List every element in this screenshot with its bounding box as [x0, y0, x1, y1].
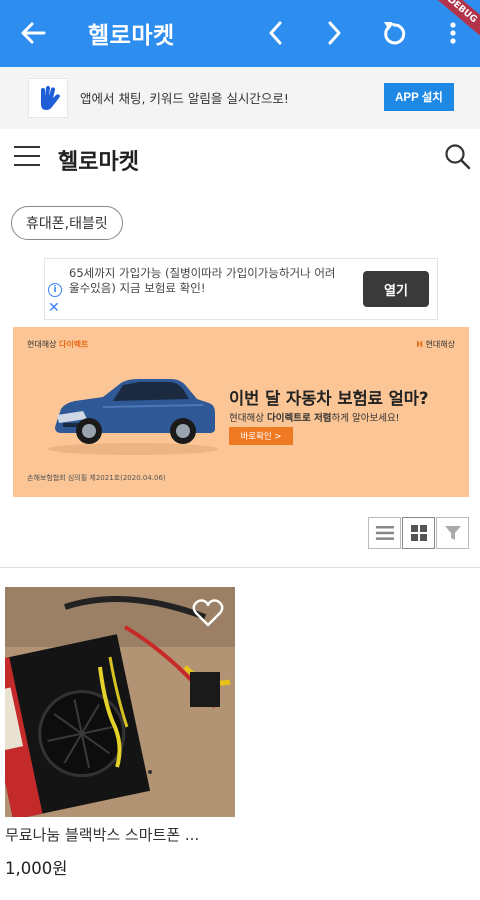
ad-subtext: 현대해상 다이렉트로 저렴하게 알아보세요!: [229, 410, 400, 424]
ad-open-button[interactable]: 열기: [363, 271, 429, 307]
list-view-button[interactable]: [368, 517, 401, 549]
search-icon[interactable]: [444, 143, 472, 171]
text-ad[interactable]: i ✕ 65세까지 가입가능 (질병이따라 가입이가능하거나 어려울수있음) 지…: [44, 258, 438, 320]
site-logo-text[interactable]: 헬로마켓: [58, 144, 139, 176]
banner-ad[interactable]: 현대해상 다이렉트 H 현대해상 이번 달 자동차 보험료 얼마? 현대해상 다…: [13, 327, 469, 497]
app-bar: 헬로마켓 DEBUG: [0, 0, 480, 67]
ad-text: 65세까지 가입가능 (질병이따라 가입이가능하거나 어려울수있음) 지금 보험…: [69, 266, 336, 295]
ad-info-icon[interactable]: i: [48, 283, 62, 297]
filter-icon: [444, 526, 461, 540]
ad-headline: 이번 달 자동차 보험료 얼마?: [229, 389, 429, 408]
app-install-banner: 앱에서 채팅, 키워드 알림을 실시간으로! APP 설치: [0, 67, 480, 129]
grid-view-icon: [410, 525, 427, 541]
app-install-button[interactable]: APP 설치: [384, 83, 454, 111]
ad-sub-part1: 현대해상: [229, 413, 267, 424]
product-price: 1,000원: [5, 859, 68, 878]
app-logo: [28, 78, 68, 118]
ad-sub-part3: 하게 알아보세요!: [331, 413, 400, 424]
ad-brand-left: 현대해상 다이렉트: [27, 339, 88, 350]
app-banner-message: 앱에서 채팅, 키워드 알림을 실시간으로!: [80, 91, 289, 106]
category-chip[interactable]: 휴대폰,태블릿: [11, 206, 123, 240]
site-header: 헬로마켓: [0, 129, 480, 189]
chevron-right-icon: [328, 21, 341, 45]
filter-button[interactable]: [436, 517, 469, 549]
ad-cta-button[interactable]: 바로확인 >: [229, 427, 293, 445]
grid-view-button[interactable]: [402, 517, 435, 549]
hand-logo-icon: [41, 86, 60, 110]
ad-fine-print: 손해보험협회 심의필 제2021호(2020.04.06): [27, 474, 166, 482]
ad-brand-name: 현대해상: [27, 340, 57, 349]
reload-button[interactable]: [378, 17, 410, 49]
ad-close-icon[interactable]: ✕: [48, 301, 60, 315]
back-arrow-icon[interactable]: [18, 18, 48, 48]
heart-icon[interactable]: [192, 598, 224, 628]
chevron-left-icon: [269, 21, 282, 45]
car-illustration: [48, 379, 218, 455]
next-page-button[interactable]: [318, 17, 350, 49]
more-vertical-icon: [450, 22, 456, 44]
app-bar-title: 헬로마켓: [88, 23, 175, 49]
reload-icon: [384, 22, 406, 45]
ad-brand-mark-icon: H: [416, 340, 423, 349]
hamburger-menu-icon[interactable]: [14, 146, 40, 168]
ad-brand-right: H 현대해상: [416, 339, 455, 350]
ad-brand-direct: 다이렉트: [59, 340, 89, 349]
ad-brand-right-text: 현대해상: [425, 340, 455, 349]
section-divider: [0, 567, 480, 568]
prev-page-button[interactable]: [260, 17, 292, 49]
ad-sub-part2: 다이렉트로 저렴: [266, 413, 332, 424]
list-view-icon: [375, 526, 394, 540]
product-title[interactable]: 무료나눔 블랙박스 스마트폰 ...: [5, 824, 235, 845]
